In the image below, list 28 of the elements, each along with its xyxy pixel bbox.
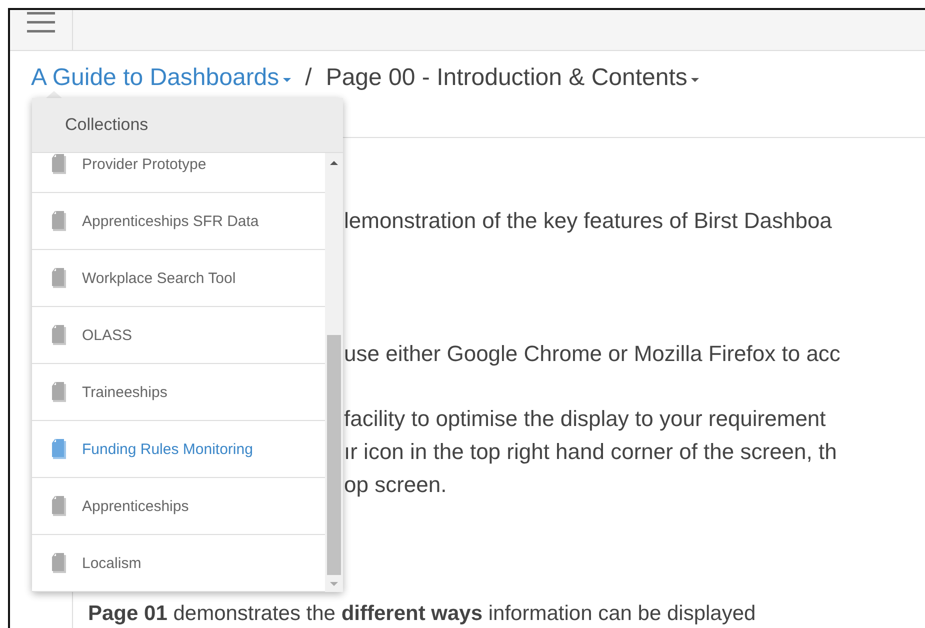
collection-item[interactable]: OLASS — [32, 307, 325, 364]
menu-icon — [27, 12, 55, 34]
collection-item[interactable]: Apprenticeships — [32, 478, 325, 535]
document-icon — [50, 496, 68, 516]
dropdown-header: Collections — [32, 98, 343, 153]
collection-item[interactable]: Workplace Search Tool — [32, 250, 325, 307]
collection-item[interactable]: Apprenticeships SFR Data — [32, 193, 325, 250]
collection-item[interactable]: Funding Rules Monitoring — [32, 421, 325, 478]
caret-icon — [283, 78, 292, 82]
document-icon — [50, 211, 68, 231]
body-text: lemonstration of the key features of Birst Dashboa — [344, 207, 833, 235]
document-icon — [50, 382, 68, 402]
breadcrumb-separator: / — [305, 64, 312, 92]
document-icon — [50, 553, 68, 573]
scrollbar[interactable] — [325, 153, 343, 592]
body-text: Page 01 demonstrates the different ways information can be displayed — [88, 601, 756, 627]
body-text: facility to optimise the display to your requirement ır icon in the top right hand corner of the screen, th op screen. — [344, 405, 838, 499]
caret-icon — [691, 78, 700, 82]
collection-item[interactable]: Traineeships — [32, 364, 325, 421]
body-text: use either Google Chrome or Mozilla Firefox to acc — [344, 340, 842, 368]
collection-link[interactable]: A Guide to Dashboards — [31, 64, 292, 92]
document-icon — [50, 268, 68, 288]
collection-item[interactable]: Provider Prototype — [32, 153, 325, 193]
document-icon — [50, 325, 68, 345]
document-icon — [50, 154, 68, 174]
document-icon — [50, 439, 68, 459]
collection-item[interactable]: Localism — [32, 535, 325, 592]
page-link[interactable]: Page 00 - Introduction & Contents — [326, 64, 700, 92]
